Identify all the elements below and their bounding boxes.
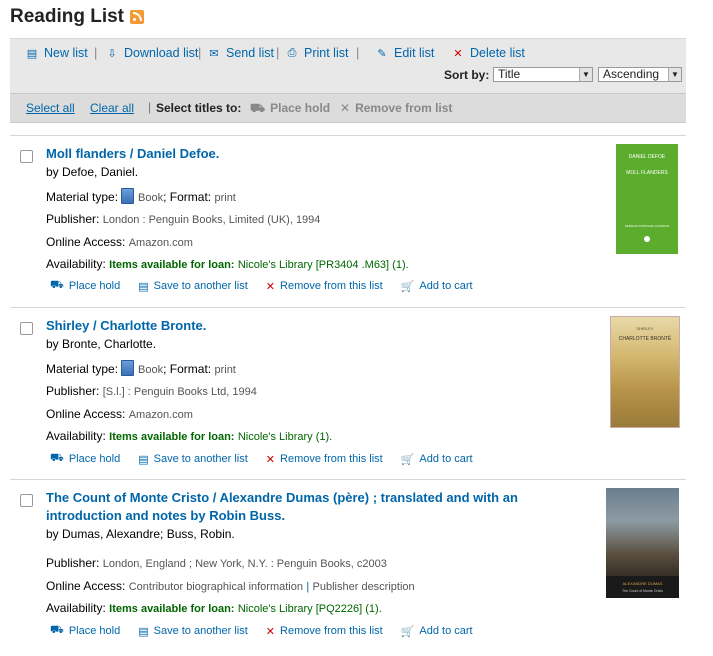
book-cover-image[interactable]: DANIEL DEFOE MOLL FLANDERS PENGUIN POPUL… <box>616 144 678 254</box>
edit-icon: ✎ <box>377 47 387 60</box>
cart-icon: 🛒 <box>400 280 415 293</box>
place-hold-link[interactable]: ⛟ Place hold <box>50 624 120 638</box>
clear-all-link[interactable]: Clear all <box>90 101 134 115</box>
record-publisher: Publisher: London : Penguin Books, Limit… <box>46 212 321 226</box>
record-checkbox[interactable] <box>20 150 33 163</box>
record-availability: Availability: Items available for loan: … <box>46 429 333 443</box>
amazon-link[interactable]: Amazon.com <box>129 237 193 249</box>
close-icon: ✕ <box>265 453 276 466</box>
separator: | <box>356 45 360 60</box>
remove-from-list-link[interactable]: ✕ Remove from this list <box>266 452 383 466</box>
download-list-button[interactable]: ⇩ Download list <box>106 46 198 60</box>
sort-by-label: Sort by: <box>444 68 490 82</box>
book-cover-image[interactable]: SHIRLEY CHARLOTTE BRONTË <box>610 316 680 428</box>
record-material-type: Material type: Book; Format: print <box>46 188 236 204</box>
amazon-link[interactable]: Amazon.com <box>129 409 193 421</box>
separator: | <box>198 45 202 60</box>
record-publisher: Publisher: London, England ; New York, N… <box>46 556 387 570</box>
record-actions: ⛟ Place hold ▤ Save to another list ✕ Remov… <box>50 452 491 466</box>
list-item: Shirley / Charlotte Bronte. by Bronte, C… <box>10 307 686 480</box>
record-checkbox[interactable] <box>20 322 33 335</box>
record-material-type: Material type: Book; Format: print <box>46 360 236 376</box>
envelope-icon: ✉ <box>209 47 219 60</box>
list-item: The Count of Monte Cristo / Alexandre Du… <box>10 479 686 656</box>
print-list-button[interactable]: ⎙ Print list <box>286 46 349 60</box>
save-to-list-link[interactable]: ▤ Save to another list <box>138 279 248 293</box>
record-online-access: Online Access: Contributor biographical … <box>46 579 415 593</box>
list-toolbar: ▤ New list | ⇩ Download list | ✉ Send list … <box>10 38 686 94</box>
record-author: by Defoe, Daniel. <box>46 165 139 179</box>
sort-order-value: Ascending <box>603 67 660 81</box>
place-hold-link[interactable]: ⛟ Place hold <box>50 279 120 293</box>
new-list-icon: ▤ <box>26 47 38 60</box>
edit-list-button[interactable]: ✎ Edit list <box>376 46 434 60</box>
list-icon: ▤ <box>138 625 149 638</box>
page-title: Reading List <box>10 6 145 28</box>
record-author: by Bronte, Charlotte. <box>46 337 157 351</box>
separator: | <box>148 100 152 114</box>
add-to-cart-link[interactable]: 🛒 Add to cart <box>401 452 473 466</box>
hold-icon: ⛟ <box>50 452 64 464</box>
cart-icon: 🛒 <box>400 625 415 638</box>
remove-from-list-link[interactable]: ✕ Remove from this list <box>266 624 383 638</box>
place-hold-link[interactable]: ⛟ Place hold <box>50 452 120 466</box>
remove-selected-button[interactable]: ✕ Remove from list <box>340 101 452 115</box>
separator: | <box>276 45 280 60</box>
select-titles-label: Select titles to: <box>156 101 242 115</box>
place-hold-selected-button[interactable]: ⛟ Place hold <box>250 101 330 117</box>
publisher-description-link[interactable]: Publisher description <box>313 581 415 593</box>
download-icon: ⇩ <box>107 47 117 60</box>
list-icon: ▤ <box>138 453 149 466</box>
chevron-down-icon: ▼ <box>579 68 592 81</box>
hold-icon: ⛟ <box>50 624 64 636</box>
record-title-link[interactable]: Shirley / Charlotte Bronte. <box>46 317 566 335</box>
list-item: Moll flanders / Daniel Defoe. by Defoe, … <box>10 135 686 308</box>
sort-order-select[interactable]: Ascending ▼ <box>598 67 682 82</box>
add-to-cart-link[interactable]: 🛒 Add to cart <box>401 624 473 638</box>
book-cover-image[interactable]: ALEXANDRE DUMAS The Count of Monte Crist… <box>606 488 679 598</box>
selection-bar: Select all Clear all | Select titles to:… <box>10 93 686 123</box>
save-to-list-link[interactable]: ▤ Save to another list <box>138 624 248 638</box>
record-availability: Availability: Items available for loan: … <box>46 601 382 615</box>
save-to-list-link[interactable]: ▤ Save to another list <box>138 452 248 466</box>
sort-field-select[interactable]: Title ▼ <box>493 67 593 82</box>
printer-icon: ⎙ <box>287 46 297 59</box>
list-icon: ▤ <box>138 280 149 293</box>
book-icon <box>121 188 135 204</box>
record-online-access: Online Access: Amazon.com <box>46 235 193 249</box>
remove-from-list-link[interactable]: ✕ Remove from this list <box>266 279 383 293</box>
record-title-link[interactable]: The Count of Monte Cristo / Alexandre Du… <box>46 489 566 525</box>
book-icon <box>121 360 135 376</box>
record-actions: ⛟ Place hold ▤ Save to another list ✕ Remov… <box>50 279 491 293</box>
separator: | <box>94 45 98 60</box>
add-to-cart-link[interactable]: 🛒 Add to cart <box>401 279 473 293</box>
contributor-info-link[interactable]: Contributor biographical information <box>129 581 303 593</box>
page-title-text: Reading List <box>10 6 125 27</box>
select-all-link[interactable]: Select all <box>26 101 75 115</box>
hold-icon: ⛟ <box>250 101 266 115</box>
close-icon: ✕ <box>340 101 351 115</box>
new-list-button[interactable]: ▤ New list <box>26 46 88 60</box>
record-title-link[interactable]: Moll flanders / Daniel Defoe. <box>46 145 566 163</box>
delete-icon: ✕ <box>453 47 463 60</box>
rss-icon[interactable] <box>130 10 145 24</box>
record-actions: ⛟ Place hold ▤ Save to another list ✕ Remov… <box>50 624 491 638</box>
record-author: by Dumas, Alexandre; Buss, Robin. <box>46 527 235 541</box>
close-icon: ✕ <box>265 625 276 638</box>
record-online-access: Online Access: Amazon.com <box>46 407 193 421</box>
record-publisher: Publisher: [S.l.] : Penguin Books Ltd, 1… <box>46 384 257 398</box>
send-list-button[interactable]: ✉ Send list <box>208 46 274 60</box>
chevron-down-icon: ▼ <box>668 68 681 81</box>
delete-list-button[interactable]: ✕ Delete list <box>452 46 525 60</box>
hold-icon: ⛟ <box>50 279 64 291</box>
record-availability: Availability: Items available for loan: … <box>46 257 409 271</box>
record-checkbox[interactable] <box>20 494 33 507</box>
cart-icon: 🛒 <box>400 453 415 466</box>
close-icon: ✕ <box>265 280 276 293</box>
sort-field-value: Title <box>498 67 521 81</box>
